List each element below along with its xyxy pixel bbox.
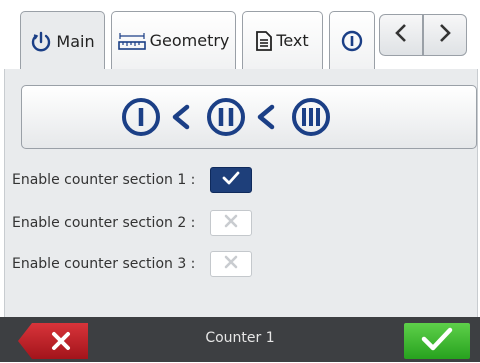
- checkmark-icon: [221, 170, 241, 190]
- bottom-bar: Counter 1: [0, 317, 480, 362]
- previous-tabs-button[interactable]: [379, 14, 423, 56]
- counter-section-1-checkbox[interactable]: [210, 167, 252, 193]
- chevron-left-icon: [394, 23, 408, 47]
- main-panel: Enable counter section 1 : Enable counte…: [4, 69, 478, 317]
- counter-sequence-button[interactable]: [21, 85, 477, 149]
- confirm-button[interactable]: [404, 323, 470, 359]
- tab-geometry-label: Geometry: [149, 31, 230, 50]
- tab-geometry[interactable]: Geometry: [111, 11, 236, 69]
- power-cycle-icon: [30, 31, 52, 53]
- tab-main[interactable]: Main: [20, 11, 105, 71]
- next-tabs-button[interactable]: [423, 14, 467, 56]
- counter-section-2-row: Enable counter section 2 :: [12, 210, 252, 236]
- chevron-right-icon: [438, 23, 452, 47]
- checkmark-icon: [420, 326, 454, 356]
- counter-section-1-label: Enable counter section 1 :: [12, 172, 196, 188]
- ruler-icon: [117, 31, 146, 51]
- counter-section-3-icon: [292, 98, 330, 136]
- tab-bar: Main Geometry Text: [0, 0, 480, 72]
- counter-section-3-label: Enable counter section 3 :: [12, 256, 196, 272]
- app-window: Main Geometry Text Enable counter sectio…: [0, 0, 480, 362]
- tab-counter[interactable]: [329, 11, 375, 69]
- document-icon: [256, 30, 273, 51]
- counter-section-3-checkbox[interactable]: [210, 251, 252, 277]
- tab-text-label: Text: [276, 31, 309, 50]
- cross-icon: [223, 213, 239, 233]
- cross-icon: [223, 254, 239, 274]
- counter-one-icon: [341, 30, 363, 52]
- less-than-icon: [172, 104, 190, 130]
- counter-section-3-row: Enable counter section 3 :: [12, 251, 252, 277]
- counter-section-2-label: Enable counter section 2 :: [12, 215, 196, 231]
- counter-section-1-row: Enable counter section 1 :: [12, 167, 252, 193]
- less-than-icon: [257, 104, 275, 130]
- tab-main-label: Main: [56, 32, 95, 51]
- tab-text[interactable]: Text: [242, 11, 323, 69]
- counter-section-1-icon: [122, 98, 160, 136]
- counter-section-2-icon: [207, 98, 245, 136]
- counter-section-2-checkbox[interactable]: [210, 210, 252, 236]
